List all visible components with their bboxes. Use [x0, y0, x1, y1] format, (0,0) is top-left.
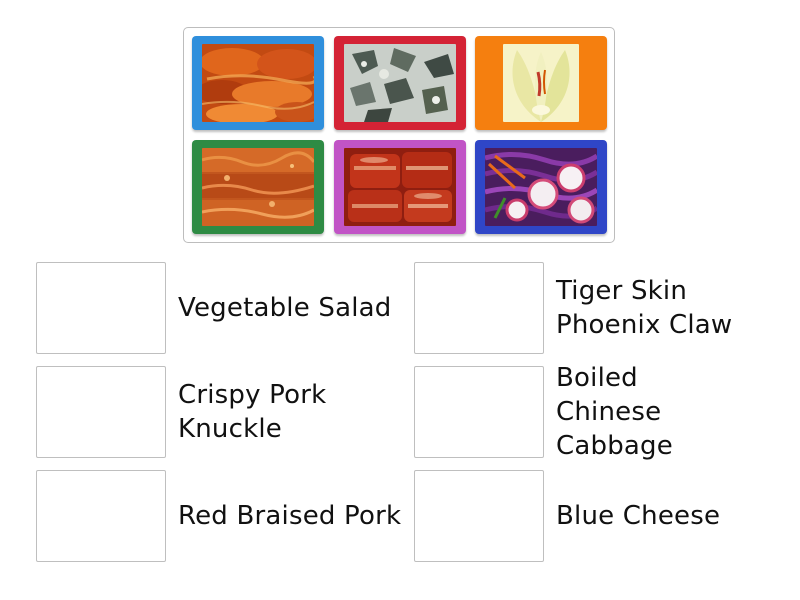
image-tile-2[interactable] — [334, 36, 466, 130]
drop-slot-red-braised-pork[interactable] — [36, 470, 166, 562]
image-tile-5[interactable] — [334, 140, 466, 234]
drop-slot-vegetable-salad[interactable] — [36, 262, 166, 354]
image-tile-bank — [183, 27, 615, 243]
drop-slot-crispy-pork-knuckle[interactable] — [36, 366, 166, 458]
blue-cheese-image — [344, 44, 456, 122]
target-label: Boiled Chinese Cabbage — [556, 363, 673, 461]
vegetable-salad-image — [485, 148, 597, 226]
image-tile-3[interactable] — [475, 36, 607, 130]
image-tile-6[interactable] — [475, 140, 607, 234]
target-label: Blue Cheese — [556, 501, 721, 531]
match-activity: Vegetable Salad Tiger Skin Phoenix Claw … — [0, 0, 800, 600]
drop-slot-tiger-skin-phoenix-claw[interactable] — [414, 262, 544, 354]
target-label: Crispy Pork Knuckle — [178, 380, 327, 444]
boiled-chinese-cabbage-image — [503, 44, 579, 122]
image-tile-1[interactable] — [192, 36, 324, 130]
image-tile-4[interactable] — [192, 140, 324, 234]
target-label: Tiger Skin Phoenix Claw — [556, 276, 733, 340]
target-label: Vegetable Salad — [178, 293, 392, 323]
target-label: Red Braised Pork — [178, 501, 402, 531]
red-braised-pork-image — [344, 148, 456, 226]
fried-pork-strips-image — [202, 44, 314, 122]
drop-slot-blue-cheese[interactable] — [414, 470, 544, 562]
drop-slot-boiled-chinese-cabbage[interactable] — [414, 366, 544, 458]
crispy-pork-knuckle-image — [202, 148, 314, 226]
